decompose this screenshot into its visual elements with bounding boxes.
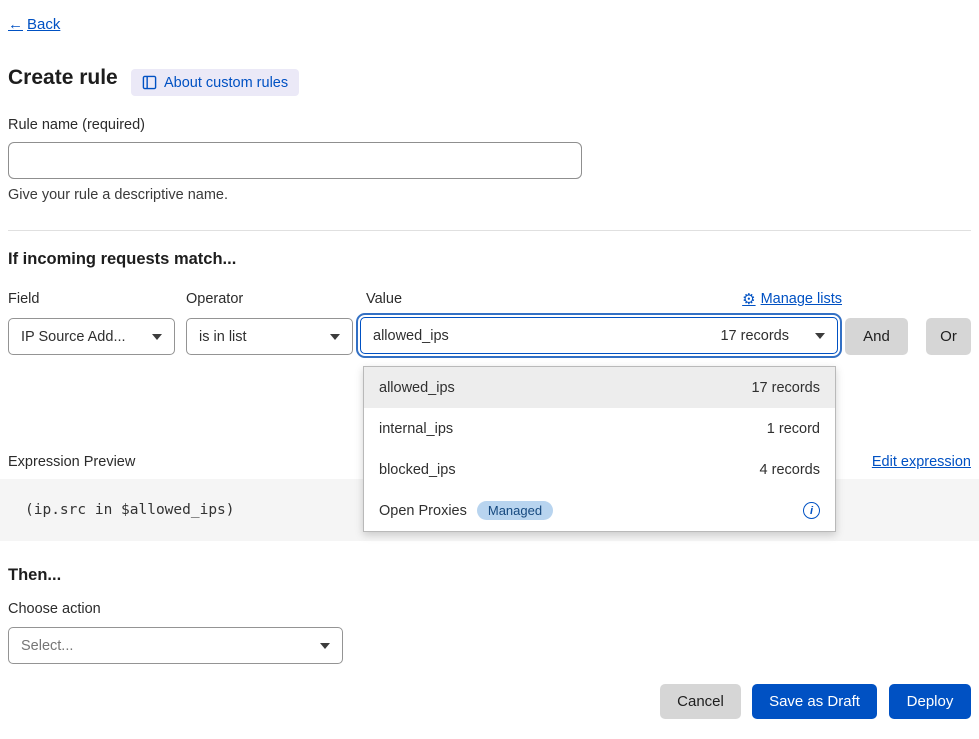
rule-name-input[interactable] [8,142,582,179]
info-icon[interactable]: i [803,502,820,519]
section-divider [8,230,971,231]
chevron-down-icon [815,333,825,339]
expression-preview-label: Expression Preview [8,454,135,470]
or-button[interactable]: Or [926,318,971,355]
expression-code: (ip.src in $allowed_ips) [25,502,235,518]
dropdown-item-blocked-ips[interactable]: blocked_ips 4 records [364,449,835,490]
action-select-placeholder: Select... [21,638,73,654]
dropdown-item-open-proxies[interactable]: Open Proxies Managed i [364,490,835,531]
value-dropdown-panel: allowed_ips 17 records internal_ips 1 re… [363,366,836,532]
create-rule-page: ←Back Create rule About custom rules Rul… [0,0,979,739]
value-select-count: 17 records [720,328,789,344]
value-select[interactable]: allowed_ips 17 records [360,317,838,354]
value-column-label: Value [366,291,402,307]
cancel-button[interactable]: Cancel [660,684,741,719]
operator-select[interactable]: is in list [186,318,353,355]
match-section-title: If incoming requests match... [8,250,236,269]
dropdown-item-allowed-ips[interactable]: allowed_ips 17 records [364,367,835,408]
list-name: internal_ips [379,421,453,437]
about-custom-rules-link[interactable]: About custom rules [131,69,299,96]
value-select-focus-ring: allowed_ips 17 records [356,313,842,358]
back-arrow-icon: ← [8,16,23,33]
operator-select-value: is in list [199,329,247,345]
rule-name-helper: Give your rule a descriptive name. [8,187,228,203]
list-count: 17 records [751,380,820,396]
field-column-label: Field [8,291,39,307]
about-badge-label: About custom rules [164,75,288,91]
gear-icon: ⚙ [742,290,755,308]
edit-expression-link[interactable]: Edit expression [872,454,971,470]
manage-lists-label: Manage lists [761,291,842,307]
back-label: Back [27,16,60,33]
value-select-name: allowed_ips [373,328,449,344]
page-title: Create rule [8,66,118,90]
and-button[interactable]: And [845,318,908,355]
list-count: 1 record [767,421,820,437]
managed-badge: Managed [477,501,553,520]
deploy-button[interactable]: Deploy [889,684,971,719]
list-name: allowed_ips [379,380,455,396]
field-select[interactable]: IP Source Add... [8,318,175,355]
back-link[interactable]: ←Back [8,16,60,33]
chevron-down-icon [152,334,162,340]
manage-lists-link[interactable]: ⚙ Manage lists [742,290,842,308]
list-count: 4 records [760,462,820,478]
action-select[interactable]: Select... [8,627,343,664]
choose-action-label: Choose action [8,601,101,617]
save-as-draft-button[interactable]: Save as Draft [752,684,877,719]
then-section-title: Then... [8,566,61,585]
field-select-value: IP Source Add... [21,329,126,345]
chevron-down-icon [330,334,340,340]
rule-name-label: Rule name (required) [8,117,145,133]
chevron-down-icon [320,643,330,649]
list-name: blocked_ips [379,462,456,478]
book-icon [142,75,157,90]
operator-column-label: Operator [186,291,243,307]
list-name: Open Proxies [379,503,467,519]
dropdown-item-internal-ips[interactable]: internal_ips 1 record [364,408,835,449]
